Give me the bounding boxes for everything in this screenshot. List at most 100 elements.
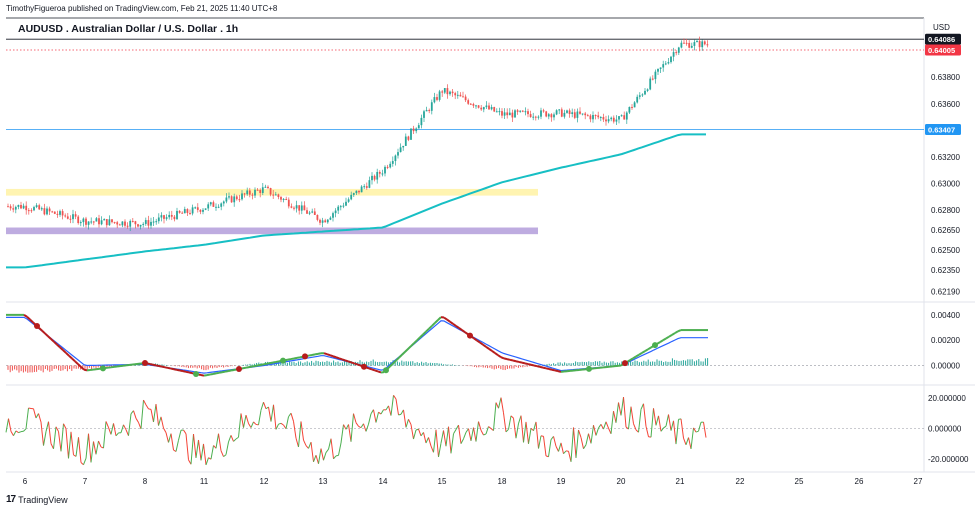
macd-fast-line-segment — [44, 332, 49, 337]
candle-body — [56, 213, 59, 215]
osc-line-segment — [398, 413, 402, 416]
time-tick-label: 8 — [143, 477, 148, 486]
osc-line-segment — [98, 440, 102, 448]
candle-body — [103, 219, 106, 221]
time-tick-label: 22 — [736, 477, 745, 486]
osc-line-segment — [35, 413, 39, 419]
osc-line-segment — [153, 403, 157, 423]
candle-body — [142, 223, 145, 225]
candle-body — [280, 197, 282, 200]
osc-line-segment — [363, 423, 367, 432]
macd-fast-line-segment — [524, 362, 529, 366]
macd-fast-line-segment — [437, 316, 442, 321]
footer-brand[interactable]: 17 TradingView — [6, 494, 68, 505]
macd-fast-line-segment — [518, 360, 523, 364]
candle-body — [547, 114, 550, 117]
osc-line-segment — [253, 421, 257, 425]
osc-line-segment — [93, 441, 97, 455]
candle-body — [9, 206, 12, 209]
candle-body — [308, 212, 311, 214]
macd-fast-line-segment — [533, 364, 538, 368]
macd-fast-line-segment — [641, 350, 646, 354]
candle-body — [693, 42, 696, 46]
candle-body — [407, 136, 410, 140]
macd-fast-line-segment — [188, 371, 193, 375]
candle-body — [620, 115, 623, 117]
candle-body — [443, 88, 446, 93]
macd-fast-line-segment — [347, 360, 352, 364]
candle-body — [35, 205, 38, 208]
macd-fast-line-segment — [272, 360, 277, 364]
candle-body — [87, 221, 90, 225]
osc-line-segment — [203, 443, 207, 466]
price-tick-label: 0.62650 — [931, 226, 960, 235]
candle-body — [677, 47, 680, 53]
candle-body — [293, 207, 295, 209]
time-tick-label: 27 — [914, 477, 923, 486]
candle-body — [246, 190, 249, 195]
candle-body — [259, 190, 262, 193]
candle-body — [394, 155, 397, 162]
candle-body — [183, 209, 186, 214]
candle-body — [701, 41, 704, 48]
chart-canvas[interactable]: 0.63800 0.63600 0.63200 0.63000 0.62800 0.626… — [0, 0, 975, 511]
osc-line-segment — [295, 437, 299, 448]
candle-body — [277, 194, 280, 198]
price-badges: 0.64086 0.64005 0.63407 — [925, 33, 961, 135]
osc-line-segment — [233, 438, 237, 442]
osc-line-segment — [553, 436, 557, 447]
candle-body — [251, 194, 254, 196]
macd-fast-line-segment — [248, 365, 253, 369]
candle-body — [690, 45, 693, 48]
osc-line-segment — [653, 408, 657, 426]
osc-line-segment — [130, 410, 134, 415]
candle-body — [191, 207, 194, 214]
candle-body — [360, 186, 363, 193]
osc-line-segment — [268, 406, 272, 422]
macd-fast-line-segment — [350, 361, 355, 365]
candle-body — [446, 88, 449, 95]
candle-body — [337, 206, 340, 211]
osc-line-segment — [270, 404, 274, 422]
candle-body — [241, 193, 243, 200]
osc-line-segment — [575, 429, 579, 458]
candle-body — [189, 212, 191, 214]
osc-line-segment — [638, 409, 642, 433]
candle-body — [571, 112, 574, 115]
osc-line-segment — [688, 437, 692, 450]
candle-body — [537, 116, 540, 118]
osc-line-segment — [443, 430, 447, 447]
macd-fast-line-segment — [50, 338, 55, 343]
osc-line-segment — [610, 411, 614, 434]
osc-line-segment — [425, 437, 429, 444]
osc-line-segment — [243, 415, 247, 428]
price-badge-label: 0.64086 — [928, 35, 955, 44]
candle-body — [514, 110, 516, 118]
osc-line-segment — [285, 416, 289, 429]
candle-body — [235, 196, 238, 200]
candle-body — [599, 117, 602, 119]
macd-fast-line-segment — [431, 322, 436, 327]
osc-line-segment — [75, 437, 79, 457]
candle-body — [61, 211, 64, 216]
price-tick-label: 0.63000 — [931, 180, 960, 189]
candle-body — [675, 52, 678, 54]
candle-body — [290, 206, 293, 208]
candle-body — [628, 106, 631, 113]
osc-line-segment — [495, 402, 499, 409]
osc-line-segment — [360, 423, 364, 428]
candle-body — [402, 145, 405, 148]
candle-body — [480, 107, 483, 110]
candle-body — [625, 112, 628, 120]
osc-line-segment — [515, 423, 519, 439]
candle-body — [53, 211, 56, 214]
macd-fast-line-segment — [353, 362, 358, 366]
macd-cross-dot — [100, 365, 106, 372]
osc-line-segment — [588, 433, 592, 444]
osc-line-segment — [415, 428, 419, 431]
macd-fast-line-segment — [539, 365, 544, 369]
macd-fast-line-segment — [341, 358, 346, 362]
osc-line-segment — [110, 423, 114, 435]
candle-body — [651, 78, 654, 80]
osc-line-segment — [475, 421, 479, 442]
